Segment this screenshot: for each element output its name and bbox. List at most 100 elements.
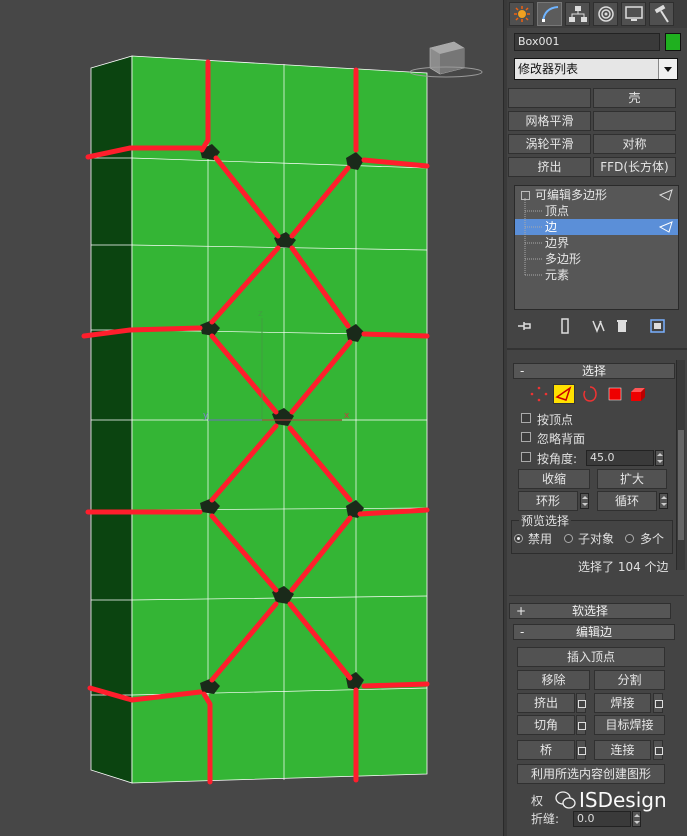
box-side-face	[90, 55, 133, 784]
weight-label: 权	[531, 794, 544, 808]
grow-button[interactable]: 扩大	[597, 469, 667, 489]
by-vertex-checkbox[interactable]	[521, 413, 531, 423]
watermark-text: ISDesign	[579, 788, 667, 812]
modifier-stack[interactable]: 可编辑多边形 顶点 边 边界 多边形 元素	[514, 185, 679, 310]
ffd-box-button[interactable]: FFD(长方体)	[593, 157, 676, 177]
by-angle-checkbox[interactable]	[521, 452, 531, 462]
preview-multi-label: 多个	[640, 532, 665, 546]
z-axis-label: z	[258, 309, 263, 319]
watermark: ISDesign	[555, 788, 683, 812]
preview-disabled-radio[interactable]	[514, 534, 523, 543]
angle-spinner-arrows[interactable]	[655, 450, 664, 466]
modifier-button-blank-2[interactable]	[593, 111, 676, 131]
split-button[interactable]: 分割	[594, 670, 665, 690]
vertex-mode-icon[interactable]	[529, 385, 549, 403]
pin-stack-icon[interactable]	[517, 318, 533, 334]
preview-multi-radio[interactable]	[625, 534, 634, 543]
bridge-settings-button[interactable]	[576, 740, 586, 760]
preview-disabled-label: 禁用	[528, 532, 553, 546]
make-unique-icon[interactable]	[591, 318, 607, 334]
wechat-icon	[555, 791, 576, 809]
loop-button[interactable]: 循环	[597, 491, 657, 511]
remove-modifier-icon[interactable]	[614, 318, 630, 334]
configure-modifier-sets-icon[interactable]	[650, 318, 666, 334]
edit-edges-title: 编辑边	[575, 625, 612, 639]
separator	[509, 595, 684, 596]
soft-selection-rollout-header[interactable]: + 软选择	[509, 603, 671, 619]
extrude-button[interactable]: 挤出	[517, 693, 575, 713]
ignore-backfacing-label: 忽略背面	[537, 432, 586, 446]
polygon-mode-icon[interactable]	[605, 385, 625, 403]
object-name-field[interactable]: Box001	[514, 33, 660, 51]
hammer-icon	[654, 5, 669, 23]
crease-label: 折缝:	[531, 812, 560, 826]
edge-mode-button[interactable]	[553, 384, 575, 404]
object-color-swatch[interactable]	[665, 33, 681, 51]
monitor-icon	[625, 6, 643, 21]
modifier-button-blank-1[interactable]	[508, 88, 591, 108]
stack-root-editable-poly[interactable]: 可编辑多边形	[535, 187, 678, 203]
ring-button[interactable]: 环形	[518, 491, 578, 511]
insert-vertex-button[interactable]: 插入顶点	[517, 647, 665, 667]
weld-settings-button[interactable]	[653, 693, 663, 713]
chamfer-settings-button[interactable]	[576, 715, 586, 735]
connect-button[interactable]: 连接	[594, 740, 651, 760]
separator	[507, 348, 687, 350]
expand-icon: +	[516, 604, 527, 618]
command-panel: Box001 修改器列表 壳 网格平滑 涡轮平滑 对称 挤出 FFD(长方体) …	[507, 0, 687, 836]
motion-tab[interactable]	[593, 2, 618, 26]
show-end-result-icon[interactable]	[557, 318, 573, 334]
scrollbar-thumb[interactable]	[678, 430, 684, 540]
collapse-icon: -	[520, 625, 525, 639]
angle-spinner-field[interactable]: 45.0	[586, 450, 654, 466]
selection-rollout-header[interactable]: - 选择	[513, 363, 675, 379]
edit-edges-rollout-header[interactable]: - 编辑边	[513, 624, 675, 640]
perspective-viewport[interactable]: x z y	[0, 0, 503, 836]
crease-spinner-field[interactable]: 0.0	[573, 811, 631, 827]
crease-spinner-arrows[interactable]	[632, 811, 641, 827]
weld-button[interactable]: 焊接	[594, 693, 651, 713]
element-mode-icon[interactable]	[628, 385, 648, 403]
by-angle-label: 按角度:	[537, 452, 578, 466]
chamfer-button[interactable]: 切角	[517, 715, 575, 735]
ring-spinner-arrows[interactable]	[580, 493, 589, 509]
bridge-button[interactable]: 桥	[517, 740, 575, 760]
arc-icon	[542, 6, 559, 23]
extrude-settings-button[interactable]	[576, 693, 586, 713]
soft-selection-title: 软选择	[571, 604, 608, 618]
utilities-tab[interactable]	[649, 2, 674, 26]
command-panel-tabs	[507, 0, 687, 28]
sun-icon	[514, 6, 530, 22]
y-axis-label: y	[203, 411, 209, 421]
triangle-icon	[659, 189, 673, 201]
display-tab[interactable]	[621, 2, 646, 26]
loop-spinner-arrows[interactable]	[659, 493, 668, 509]
edge-mode-icon	[555, 386, 572, 401]
selection-rollout-title: 选择	[581, 364, 606, 378]
modifier-list-dropdown[interactable]: 修改器列表	[514, 58, 678, 80]
border-mode-icon[interactable]	[580, 385, 600, 403]
viewcube-icon[interactable]	[409, 41, 483, 78]
circle-icon	[598, 6, 614, 22]
panel-scrollbar[interactable]	[676, 360, 685, 570]
selection-status: 选择了 104 个边	[578, 560, 669, 574]
symmetry-button[interactable]: 对称	[593, 134, 676, 154]
preview-subobject-label: 子对象	[578, 532, 615, 546]
remove-button[interactable]: 移除	[517, 670, 590, 690]
extrude-modifier-button[interactable]: 挤出	[508, 157, 591, 177]
modify-tab[interactable]	[537, 2, 562, 26]
turbosmooth-button[interactable]: 涡轮平滑	[508, 134, 591, 154]
by-vertex-label: 按顶点	[537, 413, 574, 427]
preview-subobject-radio[interactable]	[564, 534, 573, 543]
meshsmooth-button[interactable]: 网格平滑	[508, 111, 591, 131]
connect-settings-button[interactable]	[653, 740, 663, 760]
shrink-button[interactable]: 收缩	[518, 469, 590, 489]
triangle-icon	[659, 221, 673, 233]
ignore-backfacing-checkbox[interactable]	[521, 432, 531, 442]
hierarchy-tab[interactable]	[565, 2, 590, 26]
shell-button[interactable]: 壳	[593, 88, 676, 108]
create-tab[interactable]	[509, 2, 534, 26]
chevron-down-icon[interactable]	[658, 59, 677, 79]
target-weld-button[interactable]: 目标焊接	[594, 715, 665, 735]
create-shape-button[interactable]: 利用所选内容创建图形	[517, 764, 665, 784]
